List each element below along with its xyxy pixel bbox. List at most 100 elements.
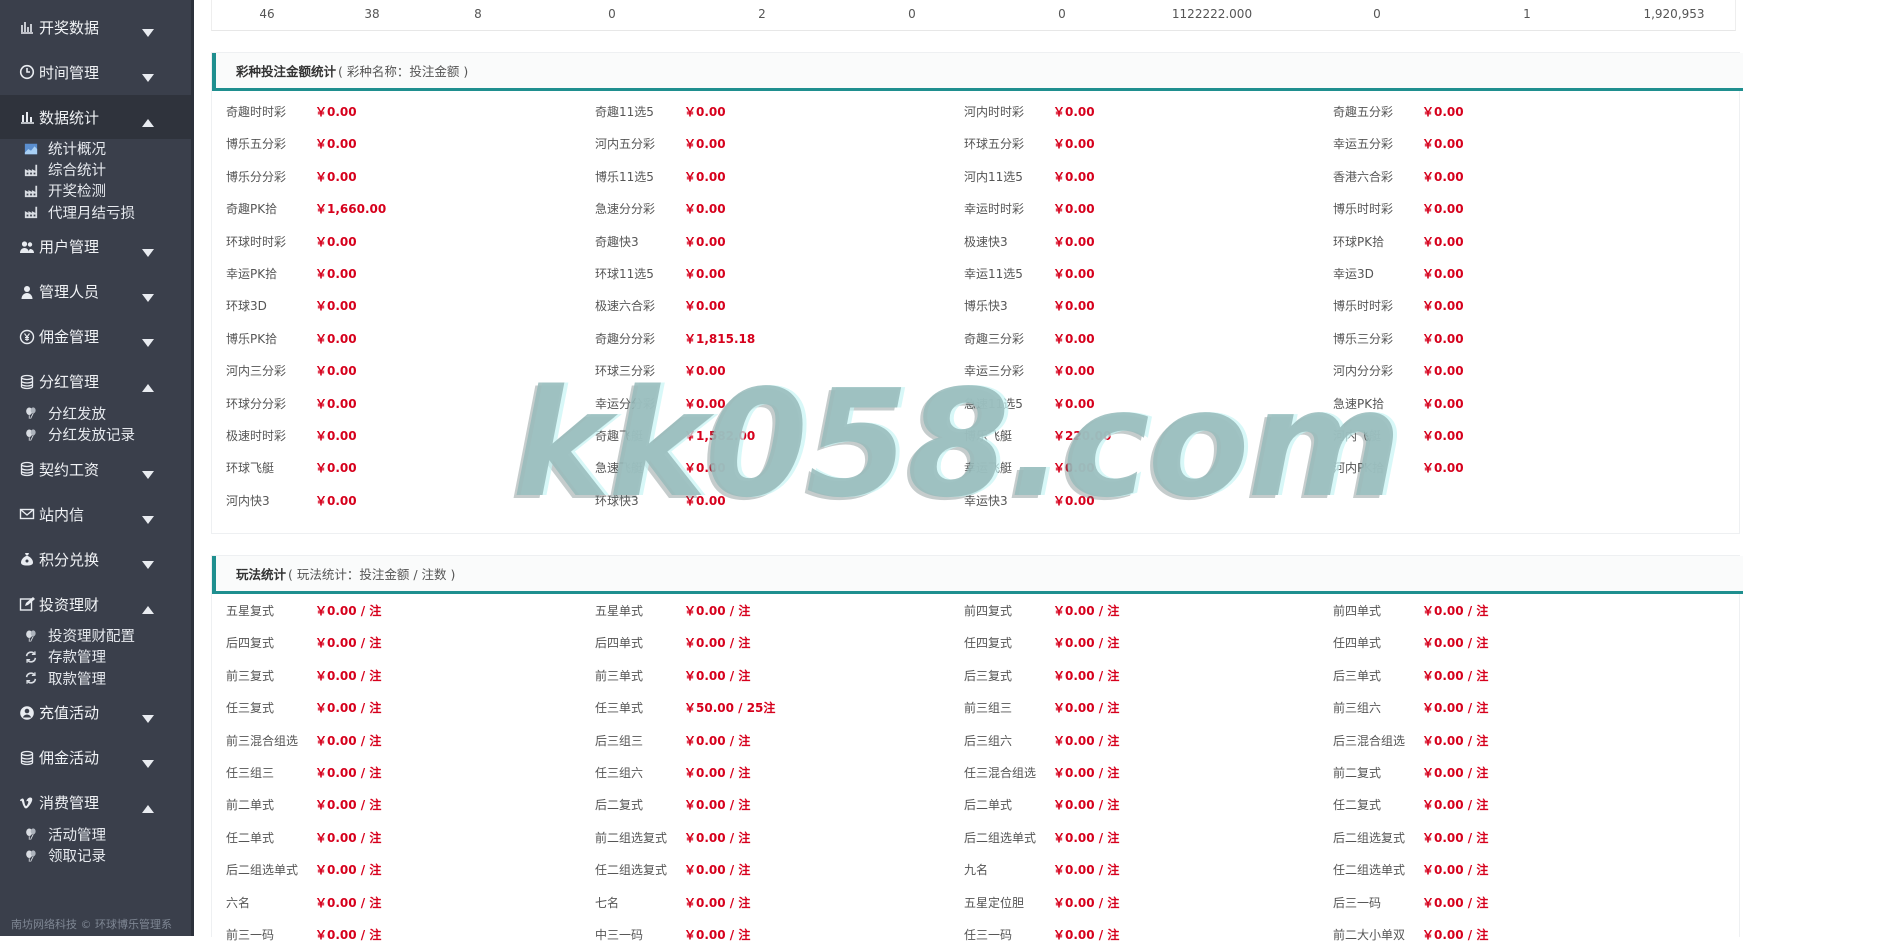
database-icon — [19, 750, 35, 766]
stat-label: 环球三分彩 — [595, 364, 656, 379]
stat-label: 前三复式 — [226, 668, 275, 683]
stat-value: ￥0.00 — [315, 169, 357, 184]
yen-circle-icon — [19, 329, 35, 345]
stat-value: ￥0.00 — [1422, 396, 1464, 411]
stat-label: 幸运分分彩 — [595, 396, 656, 411]
stat-value: ￥0.00 — [684, 461, 726, 476]
stat-value: ￥0.00 / 注 — [684, 895, 751, 910]
caret-down-icon — [142, 510, 154, 525]
stat-value: ￥0.00 — [684, 267, 726, 281]
stat-value: ￥0.00 — [1422, 234, 1464, 249]
sidebar-item-1[interactable]: 时间管理 — [0, 50, 191, 94]
stat-label: 博乐时时彩 — [1333, 299, 1394, 314]
stat-value: ￥0.00 — [684, 169, 726, 184]
play-stats-panel: 玩法统计 ( 玩法统计：投注金额 / 注数 ) 五星复式 ￥0.00 / 注 五星单… — [211, 555, 1743, 942]
sidebar-item-10[interactable]: 投资理财 — [0, 582, 191, 626]
stat-label: 前四单式 — [1333, 604, 1382, 618]
sidebar: 开奖数据 时间管理 数据统计 统计概况 综合统计 开奖检测 代理月结亏损 用户管理 管理人员 佣金… — [0, 0, 194, 936]
sidebar-subitem[interactable]: 分红发放 — [0, 403, 191, 424]
summary-cell: 38 — [364, 7, 380, 21]
balloon-icon — [24, 827, 38, 841]
stat-value: ￥0.00 — [315, 493, 357, 508]
caret-up-icon — [142, 113, 154, 127]
sidebar-item-2[interactable]: 数据统计 — [0, 95, 191, 139]
stat-value: ￥0.00 — [1053, 234, 1095, 249]
stat-value: ￥0.00 / 注 — [684, 668, 751, 683]
caret-up-icon — [142, 378, 154, 392]
mail-icon — [19, 506, 35, 522]
sidebar-item-label: 开奖数据 — [39, 18, 100, 37]
caret-down-icon — [142, 68, 154, 82]
lottery-panel-subtitle: ( 彩种名称：投注金额 ) — [338, 64, 469, 79]
sidebar-subitem[interactable]: 投资理财配置 — [0, 625, 191, 646]
stat-value: ￥0.00 / 注 — [315, 798, 382, 813]
sidebar-item-label: 站内信 — [39, 505, 85, 524]
stat-label: 河内时时彩 — [964, 105, 1025, 119]
stat-value: ￥0.00 — [1053, 493, 1095, 508]
sidebar-item-label: 分红管理 — [39, 373, 100, 392]
sidebar-subitem[interactable]: 取款管理 — [0, 668, 191, 689]
stat-label: 后四复式 — [226, 636, 275, 651]
stat-label: 河内PK拾 — [1333, 461, 1385, 476]
stat-label: 前三混合组选 — [226, 733, 299, 748]
stat-label: 后三组三 — [595, 733, 644, 748]
stat-value: ￥0.00 — [1053, 105, 1095, 119]
clock-icon — [19, 64, 35, 80]
caret-up-icon — [142, 799, 154, 813]
refresh-icon — [24, 650, 38, 664]
stat-label: 博乐五分彩 — [226, 137, 287, 152]
sidebar-subitem[interactable]: 领取记录 — [0, 845, 191, 866]
stat-label: 急速11选5 — [964, 396, 1023, 411]
sidebar-subitem[interactable]: 综合统计 — [0, 159, 191, 180]
sidebar-subitem[interactable]: 活动管理 — [0, 824, 191, 845]
summary-cell: 0 — [1058, 7, 1066, 21]
sidebar-item-6[interactable]: 分红管理 — [0, 360, 191, 404]
stat-value: ￥0.00 / 注 — [1422, 830, 1489, 845]
stat-label: 奇趣PK拾 — [226, 202, 278, 217]
stat-value: ￥0.00 / 注 — [315, 668, 382, 683]
sidebar-item-0[interactable]: 开奖数据 — [0, 5, 191, 49]
stat-label: 环球PK拾 — [1333, 234, 1385, 249]
stat-label: 幸运五分彩 — [1333, 137, 1394, 152]
sidebar-subitem-label: 取款管理 — [48, 671, 106, 688]
sidebar-item-12[interactable]: 佣金活动 — [0, 736, 191, 780]
stat-label: 河内五分彩 — [595, 137, 656, 152]
summary-cell: 2 — [758, 7, 766, 21]
play-panel-header: 玩法统计 ( 玩法统计：投注金额 / 注数 ) — [212, 556, 1743, 594]
stat-value: ￥0.00 / 注 — [684, 863, 751, 878]
bar-chart-icon — [19, 109, 35, 125]
stat-label: 幸运飞艇 — [964, 461, 1013, 476]
sidebar-item-4[interactable]: 管理人员 — [0, 270, 191, 314]
stat-label: 奇趣时时彩 — [226, 105, 287, 119]
sidebar-subitem[interactable]: 开奖检测 — [0, 180, 191, 201]
stat-label: 奇趣分分彩 — [595, 331, 656, 346]
sidebar-item-8[interactable]: 站内信 — [0, 492, 191, 536]
stat-label: 环球快3 — [595, 493, 639, 508]
stat-value: ￥0.00 — [315, 234, 357, 249]
sidebar-item-9[interactable]: 积分兑换 — [0, 537, 191, 581]
stat-label: 博乐飞艇 — [964, 429, 1013, 443]
stat-label: 任三一码 — [964, 928, 1013, 942]
sidebar-subitem[interactable]: 分红发放记录 — [0, 424, 191, 445]
sidebar-item-11[interactable]: 充值活动 — [0, 691, 191, 735]
balloon-icon — [24, 629, 38, 643]
stat-value: ￥0.00 / 注 — [1422, 798, 1489, 813]
sidebar-item-13[interactable]: 消费管理 — [0, 781, 191, 825]
sidebar-subitem[interactable]: 代理月结亏损 — [0, 202, 191, 223]
stat-value: ￥0.00 — [684, 364, 726, 379]
sidebar-item-5[interactable]: 佣金管理 — [0, 315, 191, 359]
edit-icon — [19, 596, 35, 612]
sidebar-subitem[interactable]: 统计概况 — [0, 138, 191, 159]
stat-value: ￥0.00 — [1422, 299, 1464, 314]
factory-icon — [24, 184, 38, 198]
stat-value: ￥0.00 — [315, 137, 357, 152]
stat-value: ￥0.00 / 注 — [1422, 604, 1489, 618]
summary-cell: 1 — [1523, 7, 1531, 21]
sidebar-subitem[interactable]: 存款管理 — [0, 646, 191, 667]
stat-label: 六名 — [226, 895, 251, 910]
sidebar-item-3[interactable]: 用户管理 — [0, 225, 191, 269]
sidebar-item-7[interactable]: 契约工资 — [0, 447, 191, 491]
stat-label: 前三组三 — [964, 701, 1013, 716]
summary-cell: 0 — [608, 7, 616, 21]
stat-value: ￥0.00 / 注 — [315, 636, 382, 651]
